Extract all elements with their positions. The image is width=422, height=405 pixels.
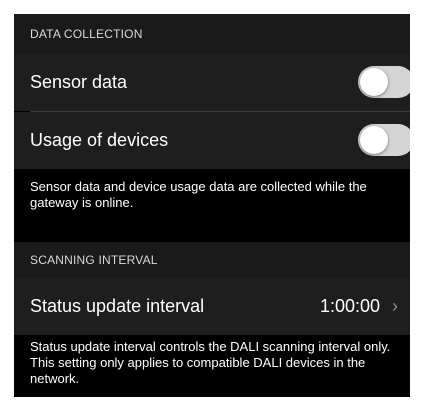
sensor-data-toggle[interactable]	[358, 66, 410, 98]
usage-of-devices-toggle[interactable]	[358, 124, 410, 156]
status-update-interval-value: 1:00:00	[319, 296, 380, 316]
usage-of-devices-label: Usage of devices	[30, 130, 169, 150]
sensor-data-row[interactable]: Sensor data	[14, 54, 410, 111]
usage-of-devices-row[interactable]: Usage of devices	[14, 112, 410, 169]
settings-screen: DATA COLLECTION Sensor data Usage of dev…	[14, 14, 410, 397]
data-collection-footer: Sensor data and device usage data are co…	[30, 179, 367, 210]
section-header-label: SCANNING INTERVAL	[30, 253, 158, 267]
section-header-label: DATA COLLECTION	[30, 27, 143, 41]
status-update-interval-label: Status update interval	[30, 296, 205, 316]
section-header-data-collection: DATA COLLECTION	[14, 14, 410, 54]
toggle-knob	[360, 126, 388, 154]
sensor-data-label: Sensor data	[30, 72, 128, 92]
section-header-scanning-interval: SCANNING INTERVAL	[14, 242, 410, 278]
chevron-right-icon: ›	[392, 296, 398, 316]
toggle-knob	[360, 68, 388, 96]
scanning-interval-footer: Status update interval controls the DALI…	[30, 339, 391, 386]
status-update-interval-row[interactable]: Status update interval 1:00:00 ›	[14, 278, 410, 335]
